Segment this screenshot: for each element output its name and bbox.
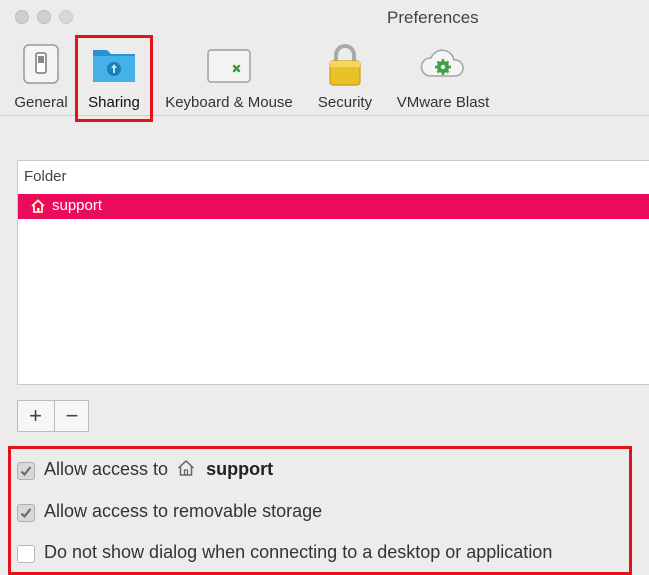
tab-security[interactable]: Security [311, 40, 379, 112]
tab-label: Keyboard & Mouse [165, 94, 293, 111]
options-highlight [8, 446, 632, 575]
tab-label: General [14, 94, 68, 111]
window-title: Preferences [387, 8, 479, 27]
tab-vmware-blast[interactable]: VMware Blast [385, 40, 501, 112]
add-folder-button[interactable]: + [18, 401, 53, 431]
tab-label: Security [317, 94, 373, 111]
cloud-gear-icon [418, 42, 468, 91]
switch-icon [20, 42, 62, 91]
lock-icon [323, 42, 367, 93]
keyboard-icon [205, 42, 253, 91]
title-bar: Preferences [0, 0, 649, 36]
tab-label: VMware Blast [396, 94, 490, 111]
sharing-tab-highlight [75, 35, 153, 122]
minimize-window-button[interactable] [37, 10, 51, 24]
zoom-window-button[interactable] [59, 10, 73, 24]
remove-folder-button[interactable]: − [54, 401, 89, 431]
home-icon [31, 199, 45, 218]
folder-name: support [52, 197, 103, 214]
preferences-window: Preferences General Sharing Keyboard & M… [0, 0, 649, 575]
close-window-button[interactable] [15, 10, 29, 24]
tab-keyboard-mouse[interactable]: Keyboard & Mouse [154, 40, 304, 112]
folder-column-header: Folder [24, 168, 67, 185]
folder-row-support[interactable]: support [18, 194, 649, 219]
shared-folder-list[interactable]: Folder support [17, 160, 649, 385]
tab-general[interactable]: General [8, 40, 74, 112]
list-edit-buttons: + − [17, 400, 89, 432]
